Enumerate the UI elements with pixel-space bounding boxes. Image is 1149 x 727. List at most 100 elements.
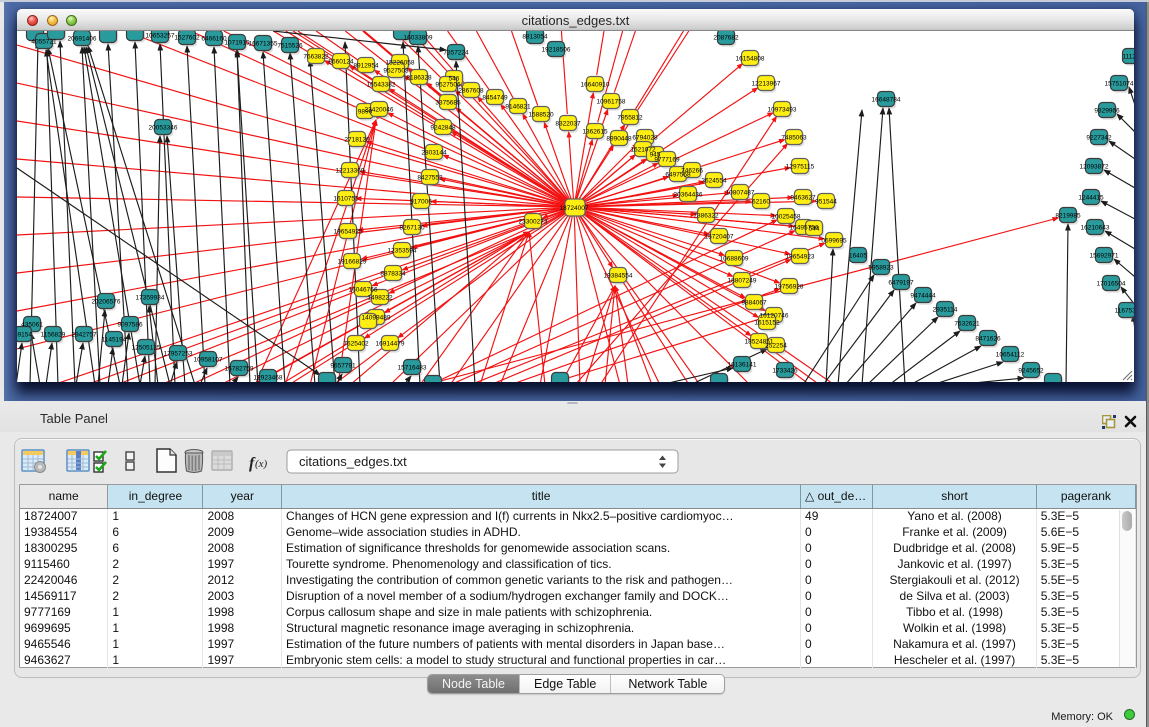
svg-text:6794028: 6794028 [632, 135, 658, 142]
svg-text:8990448: 8990448 [606, 136, 632, 143]
svg-text:9227342: 9227342 [1086, 135, 1112, 142]
svg-text:16120746: 16120746 [760, 313, 789, 320]
svg-text:7357224: 7357224 [443, 50, 469, 57]
svg-text:9097586: 9097586 [117, 322, 143, 329]
svg-text:16543382: 16543382 [367, 82, 396, 89]
svg-text:9474444: 9474444 [910, 293, 936, 300]
svg-text:3375685: 3375685 [435, 100, 461, 107]
svg-text:1244415: 1244415 [1078, 195, 1104, 202]
svg-text:20206576: 20206576 [92, 299, 121, 306]
svg-text:10961758: 10961758 [597, 99, 626, 106]
svg-text:9245652: 9245652 [1018, 368, 1044, 375]
svg-text:1615152: 1615152 [754, 320, 780, 327]
svg-text:17016504: 17016504 [1097, 281, 1126, 288]
svg-text:2718126: 2718126 [344, 137, 370, 144]
svg-text:9242848: 9242848 [430, 125, 456, 132]
svg-text:12213369: 12213369 [336, 168, 365, 175]
svg-text:8322037: 8322037 [555, 121, 581, 128]
svg-text:16136141: 16136141 [728, 362, 757, 369]
svg-text:7632621: 7632621 [954, 321, 980, 328]
svg-text:1156829: 1156829 [41, 332, 66, 339]
svg-text:6479197: 6479197 [888, 280, 914, 287]
svg-text:10653257: 10653257 [146, 33, 175, 40]
svg-text:951544: 951544 [815, 199, 837, 206]
svg-text:10025458: 10025458 [772, 214, 801, 221]
svg-text:2867608: 2867608 [458, 88, 484, 95]
svg-text:9777169: 9777169 [654, 157, 680, 164]
svg-text:1362615: 1362615 [582, 129, 608, 136]
svg-text:10688609: 10688609 [720, 256, 749, 263]
svg-text:20053346: 20053346 [149, 125, 178, 132]
svg-text:16033809: 16033809 [404, 35, 433, 42]
svg-text:12975115: 12975115 [786, 164, 815, 171]
svg-text:6466160: 6466160 [201, 36, 227, 43]
svg-text:1071915: 1071915 [224, 40, 250, 47]
svg-text:12213967: 12213967 [752, 81, 781, 88]
svg-text:16210643: 16210643 [1081, 225, 1110, 232]
svg-text:14099489: 14099489 [362, 315, 391, 322]
svg-text:1588520: 1588520 [528, 112, 554, 119]
svg-text:8912954: 8912954 [353, 63, 379, 70]
svg-text:23300273: 23300273 [519, 219, 548, 226]
svg-text:19756928: 19756928 [775, 284, 804, 291]
svg-text:16648784: 16648784 [872, 97, 901, 104]
svg-text:9657791: 9657791 [330, 363, 356, 370]
svg-text:15751074: 15751074 [1105, 81, 1134, 88]
svg-text:252254: 252254 [765, 343, 787, 350]
svg-text:1145194: 1145194 [102, 337, 127, 344]
svg-text:3624554: 3624554 [701, 178, 727, 185]
svg-text:17957253: 17957253 [164, 351, 193, 358]
svg-text:2803144: 2803144 [421, 150, 447, 157]
svg-text:18807249: 18807249 [728, 278, 757, 285]
svg-text:7386322: 7386322 [693, 213, 719, 220]
svg-text:16640910: 16640910 [581, 82, 610, 89]
svg-text:16782759: 16782759 [225, 366, 254, 373]
svg-text:16405: 16405 [849, 253, 867, 260]
svg-text:15716483: 15716483 [398, 365, 427, 372]
svg-text:544: 544 [809, 226, 820, 233]
svg-text:17359934: 17359934 [136, 295, 165, 302]
svg-text:0699695: 0699695 [821, 238, 847, 245]
svg-text:18724007: 18724007 [560, 205, 589, 212]
svg-text:19384554: 19384554 [604, 273, 633, 280]
svg-text:10973493: 10973493 [768, 107, 797, 114]
svg-text:1498222: 1498222 [367, 295, 393, 302]
svg-text:15692971: 15692971 [1090, 253, 1119, 260]
svg-text:20364436: 20364436 [674, 192, 703, 199]
svg-text:9884067: 9884067 [741, 300, 767, 307]
svg-text:917006: 917006 [410, 199, 432, 206]
svg-text:15226058: 15226058 [386, 60, 415, 67]
svg-text:1527602: 1527602 [174, 35, 200, 42]
svg-text:8186328: 8186328 [406, 75, 432, 82]
svg-text:16671355: 16671355 [249, 41, 278, 48]
svg-text:8267130: 8267130 [399, 225, 425, 232]
svg-text:39154: 39154 [17, 332, 32, 339]
svg-text:8813054: 8813054 [522, 34, 548, 41]
svg-text:12353594: 12353594 [388, 248, 417, 255]
svg-text:5958923: 5958923 [868, 265, 894, 272]
svg-text:12923468: 12923468 [254, 375, 283, 382]
svg-text:11124: 11124 [1122, 54, 1134, 61]
svg-text:15720407: 15720407 [705, 234, 734, 241]
svg-text:12093872: 12093872 [1080, 164, 1109, 171]
svg-text:8427552: 8427552 [417, 175, 443, 182]
svg-text:7485063: 7485063 [781, 135, 807, 142]
svg-text:9463627: 9463627 [790, 195, 816, 202]
svg-text:(x): (x) [255, 458, 268, 470]
svg-text:746266: 746266 [681, 168, 703, 175]
svg-text:12505135: 12505135 [132, 345, 161, 352]
svg-text:7625402: 7625402 [343, 341, 369, 348]
svg-text:2935114: 2935114 [933, 307, 958, 314]
svg-text:10807487: 10807487 [726, 190, 755, 197]
svg-text:1733426: 1733426 [772, 368, 798, 375]
svg-text:23420046: 23420046 [365, 107, 394, 114]
svg-text:435061: 435061 [21, 322, 43, 329]
svg-text:9527503: 9527503 [383, 68, 409, 75]
svg-text:20691406: 20691406 [68, 36, 97, 43]
svg-text:62160: 62160 [752, 199, 770, 206]
svg-text:7663822: 7663822 [303, 54, 329, 61]
svg-text:9329966: 9329966 [1094, 108, 1120, 115]
svg-text:19654925: 19654925 [334, 229, 363, 236]
svg-text:19218506: 19218506 [542, 47, 571, 54]
svg-text:7515526: 7515526 [277, 43, 303, 50]
